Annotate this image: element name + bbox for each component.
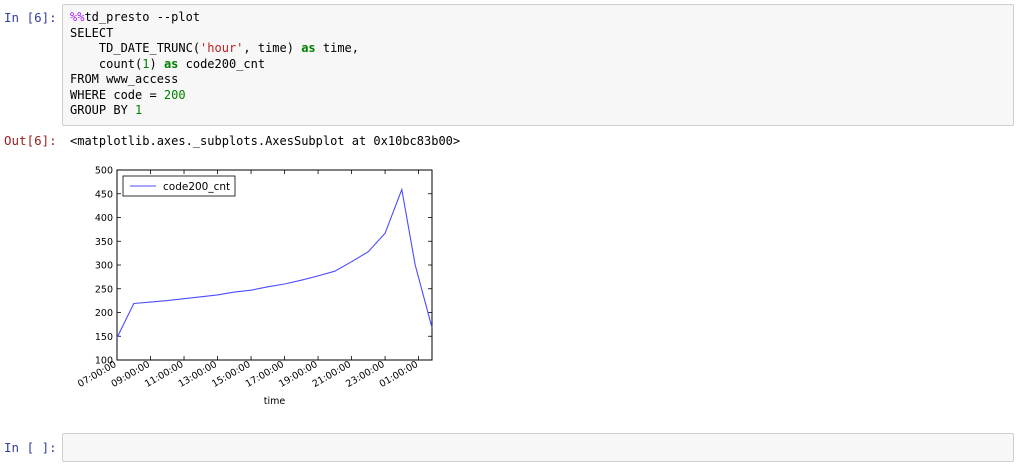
line-chart: 10015020025030035040045050007:00:0009:00… (76, 166, 433, 407)
code-line-7-pre: GROUP BY (70, 103, 136, 117)
x-axis-label: time (264, 396, 286, 407)
y-tick-label: 450 (95, 189, 113, 200)
y-tick-label: 400 (95, 213, 113, 224)
output-repr-text: <matplotlib.axes._subplots.AxesSubplot a… (70, 134, 461, 148)
axes-frame (116, 169, 433, 361)
y-tick-label: 500 (95, 166, 113, 177)
code-line-6-pre: WHERE code = (70, 87, 164, 102)
code-keyword-as: as (163, 56, 179, 71)
plot-layer: 10015020025030035040045050007:00:0009:00… (76, 166, 433, 407)
out-prompt-6: Out[6]: (4, 133, 57, 148)
legend-label: code200_cnt (163, 181, 230, 193)
code-line-1: td_presto --plot (84, 10, 201, 24)
code-line-3-pre: TD_DATE_TRUNC( (70, 41, 201, 55)
code-number-200: 200 (163, 87, 186, 102)
y-tick-label: 300 (95, 261, 113, 272)
empty-code-cell-input[interactable] (62, 433, 1014, 462)
code-keyword-as: as (301, 41, 316, 55)
code-editor[interactable]: %%td_presto --plot SELECT TD_DATE_TRUNC(… (70, 10, 359, 119)
code-line-2: SELECT (70, 25, 114, 40)
y-tick-label: 150 (95, 332, 113, 343)
in-prompt-6: In [6]: (4, 10, 57, 25)
code-line-5: FROM www_access (70, 72, 179, 86)
code-line-4-pre: count( (70, 56, 143, 71)
y-tick-label: 350 (95, 237, 113, 248)
code-cell-input[interactable]: %%td_presto --plot SELECT TD_DATE_TRUNC(… (62, 4, 1014, 126)
code-string-hour: 'hour' (200, 41, 244, 55)
y-tick-label: 200 (95, 308, 113, 319)
code-number-group-1: 1 (135, 103, 143, 117)
magic-prefix: %% (70, 10, 85, 24)
y-tick-label: 250 (95, 284, 113, 295)
code-line-4-post: code200_cnt (178, 56, 266, 71)
series-line-code200-cnt (116, 187, 433, 338)
code-line-3-post: time, (315, 41, 360, 55)
x-tick-label: 01:00:00 (378, 359, 420, 390)
code-line-4-mid: ) (149, 56, 164, 71)
in-prompt-empty: In [ ]: (4, 440, 57, 455)
code-line-3-mid: , time) (243, 41, 302, 55)
